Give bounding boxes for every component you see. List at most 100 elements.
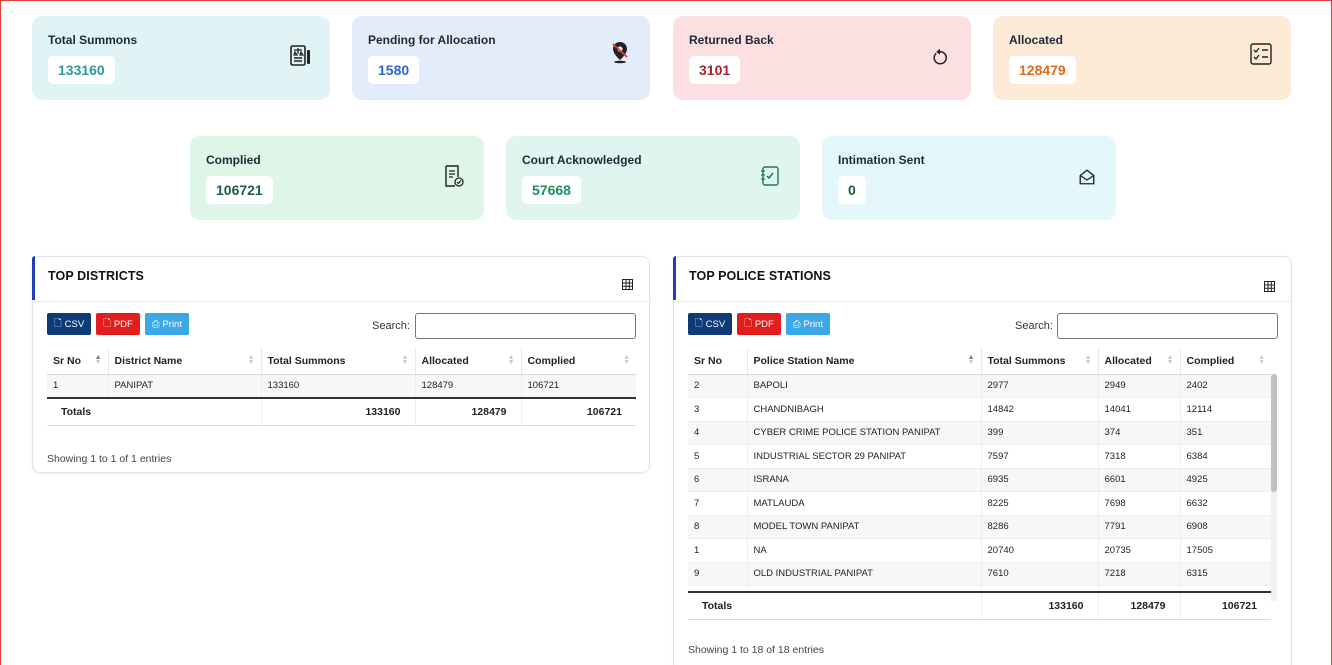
button-label: CSV: [705, 318, 726, 330]
card-value: 106721: [206, 176, 273, 204]
cell: 12114: [1180, 397, 1271, 422]
column-header[interactable]: Allocated ▲ ▼: [1098, 348, 1181, 375]
cell: ISRANA: [747, 468, 982, 492]
table-info: Showing 1 to 1 of 1 entries: [47, 453, 172, 465]
card-title: Returned Back: [689, 33, 774, 47]
cell: 351: [1180, 421, 1271, 445]
cell: 1: [688, 538, 748, 563]
card-total-summons[interactable]: Total Summons 133160: [32, 16, 330, 100]
cell: INDUSTRIAL SECTOR 29 PANIPAT: [747, 444, 982, 469]
table-row: 6 ISRANA 6935 6601 4925: [688, 468, 1271, 492]
totals-allocated: 128479: [1098, 590, 1181, 620]
top-police-stations-panel: TOP POLICE STATIONS 🗋 CSV 🗋 PDF ⎙ Print …: [673, 256, 1292, 665]
cell: 4: [688, 421, 748, 445]
search-input[interactable]: [1057, 313, 1278, 339]
card-value: 1580: [368, 56, 420, 84]
cell: 2977: [981, 374, 1099, 398]
table-row: 1 PANIPAT 133160 128479 106721: [47, 374, 636, 398]
table-row: 1 NA 20740 20735 17505: [688, 538, 1271, 563]
column-header[interactable]: Sr No: [688, 348, 748, 375]
totals-allocated: 128479: [415, 396, 522, 426]
column-header[interactable]: Police Station Name ▲ ▼: [747, 348, 982, 375]
column-header[interactable]: District Name ▲ ▼: [108, 348, 262, 375]
table-row: 9 OLD INDUSTRIAL PANIPAT 7610 7218 6315: [688, 562, 1271, 586]
cell: BAPOLI: [747, 374, 982, 398]
cell: 7318: [1098, 444, 1181, 469]
cell: 7791: [1098, 515, 1181, 539]
totals-row: Totals 133160 128479 106721: [688, 590, 1271, 620]
print-button[interactable]: ⎙ Print: [785, 313, 830, 335]
card-complied[interactable]: Complied 106721: [190, 136, 484, 220]
cell: 6935: [981, 468, 1099, 492]
cell: 20735: [1098, 538, 1181, 563]
totals-summons: 133160: [261, 396, 416, 426]
csv-export-button[interactable]: 🗋 CSV: [47, 313, 92, 335]
column-header[interactable]: Total Summons ▲ ▼: [981, 348, 1099, 375]
pdf-export-button[interactable]: 🗋 PDF: [96, 313, 140, 335]
panel-accent: [673, 256, 676, 300]
checklist-icon: [1249, 42, 1273, 66]
districts-table: Sr No ▲ ▼ District Name ▲ ▼ Total Summons ▲ ▼ …: [47, 348, 636, 426]
envelope-open-icon: [1078, 168, 1096, 186]
cell: 6384: [1180, 444, 1271, 469]
card-returned-back[interactable]: Returned Back 3101: [673, 16, 971, 100]
button-label: Print: [162, 318, 182, 330]
table-grid-icon[interactable]: [1264, 279, 1275, 292]
table-row: 2 BAPOLI 2977 2949 2402: [688, 374, 1271, 398]
column-header[interactable]: Total Summons ▲ ▼: [261, 348, 416, 375]
table-info: Showing 1 to 18 of 18 entries: [688, 644, 825, 656]
cell: PANIPAT: [108, 374, 262, 398]
file-icon: 🗋: [54, 318, 62, 329]
cell: CYBER CRIME POLICE STATION PANIPAT: [747, 421, 982, 445]
pdf-file-icon: 🗋: [744, 318, 752, 329]
cell: 17505: [1180, 538, 1271, 563]
cell: 6315: [1180, 562, 1271, 586]
card-allocated[interactable]: Allocated 128479: [993, 16, 1291, 100]
print-button[interactable]: ⎙ Print: [144, 313, 189, 335]
column-header[interactable]: Sr No ▲ ▼: [47, 348, 109, 375]
printer-icon: ⎙: [792, 318, 801, 330]
card-title: Intimation Sent: [838, 153, 925, 167]
cell: 7: [688, 491, 748, 516]
search-label: Search:: [372, 320, 410, 332]
cell: 8286: [981, 515, 1099, 539]
card-title: Court Acknowledged: [522, 153, 642, 167]
card-value: 0: [838, 176, 866, 204]
card-value: 3101: [689, 56, 741, 84]
cell: 106721: [521, 374, 636, 398]
cell: 8: [688, 515, 748, 539]
column-header[interactable]: Allocated ▲ ▼: [415, 348, 522, 375]
totals-complied: 106721: [1180, 590, 1271, 620]
table-scrollbar[interactable]: [1271, 374, 1277, 601]
card-title: Complied: [206, 153, 261, 167]
sort-asc-icon: ▲ ▼: [94, 354, 102, 366]
sort-asc-icon: ▲ ▼: [967, 354, 975, 366]
search-input[interactable]: [415, 313, 636, 339]
card-pending-allocation[interactable]: Pending for Allocation 1580: [352, 16, 650, 100]
cell: NA: [747, 538, 982, 563]
cell: 6: [688, 468, 748, 492]
table-row: 7 MATLAUDA 8225 7698 6632: [688, 491, 1271, 516]
scrollbar-thumb[interactable]: [1271, 374, 1277, 492]
cell: OLD INDUSTRIAL PANIPAT: [747, 562, 982, 586]
cell: 14041: [1098, 397, 1181, 422]
card-court-acknowledged[interactable]: Court Acknowledged 57668: [506, 136, 800, 220]
document-check-icon: [442, 164, 466, 188]
button-label: PDF: [113, 318, 133, 330]
pin-off-icon: [608, 40, 632, 64]
csv-export-button[interactable]: 🗋 CSV: [688, 313, 733, 335]
pdf-export-button[interactable]: 🗋 PDF: [737, 313, 781, 335]
sort-icon: ▲ ▼: [1166, 354, 1174, 366]
table-row: 5 INDUSTRIAL SECTOR 29 PANIPAT 7597 7318 638…: [688, 444, 1271, 469]
pdf-file-icon: 🗋: [103, 318, 111, 329]
file-icon: 🗋: [695, 318, 703, 329]
totals-row: Totals 133160 128479 106721: [47, 396, 636, 426]
table-grid-icon[interactable]: [622, 277, 633, 290]
cell: 2949: [1098, 374, 1181, 398]
column-header[interactable]: Complied ▲ ▼: [1180, 348, 1271, 375]
column-header[interactable]: Complied ▲ ▼: [521, 348, 636, 375]
table-row: 4 CYBER CRIME POLICE STATION PANIPAT 399 37…: [688, 421, 1271, 445]
card-intimation-sent[interactable]: Intimation Sent 0: [822, 136, 1116, 220]
stations-table: Sr No Police Station Name ▲ ▼ Total Summon…: [688, 348, 1271, 620]
cell: 399: [981, 421, 1099, 445]
